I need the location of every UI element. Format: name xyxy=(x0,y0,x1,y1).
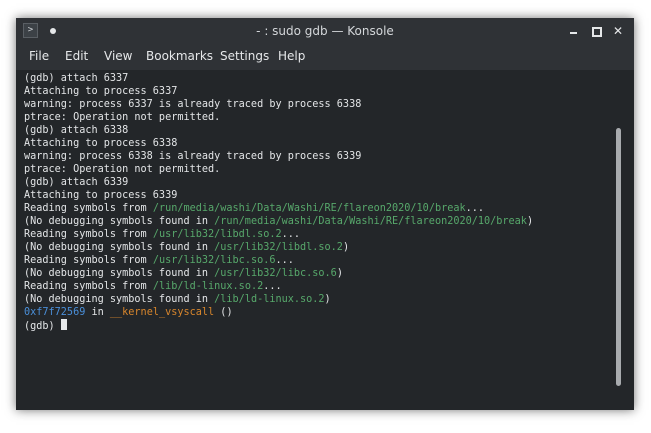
file-path: /usr/lib32/libc.so.6 xyxy=(214,268,337,279)
terminal-line: Reading symbols from /usr/lib32/libdl.so… xyxy=(24,228,533,241)
menu-edit[interactable]: Edit xyxy=(65,44,88,70)
output-text: ) xyxy=(342,242,350,253)
menu-bar: File Edit View Bookmarks Settings Help xyxy=(16,44,634,70)
output-text: (gdb) attach 6339 xyxy=(24,177,129,188)
output-text: Reading symbols from xyxy=(24,203,153,214)
output-text: warning: process 6338 is already traced … xyxy=(24,151,362,162)
terminal-line: Reading symbols from /run/media/washi/Da… xyxy=(24,202,533,215)
file-path: /lib/ld-linux.so.2 xyxy=(152,281,264,292)
terminal-line: warning: process 6338 is already traced … xyxy=(24,150,533,163)
terminal-line: (No debugging symbols found in /run/medi… xyxy=(24,215,533,228)
file-path: /run/media/washi/Data/Washi/RE/flareon20… xyxy=(152,203,466,214)
output-text: (gdb) attach 6338 xyxy=(24,125,129,136)
terminal-line: (gdb) attach 6338 xyxy=(24,124,533,137)
terminal-line: (gdb) attach 6339 xyxy=(24,176,533,189)
output-text: warning: process 6337 is already traced … xyxy=(24,99,362,110)
terminal-line: Reading symbols from /usr/lib32/libc.so.… xyxy=(24,254,533,267)
output-text: Reading symbols from xyxy=(24,229,153,240)
output-text: ... xyxy=(263,281,282,292)
terminal-line: ptrace: Operation not permitted. xyxy=(24,163,533,176)
window-title: - : sudo gdb — Konsole xyxy=(256,24,394,38)
terminal-line: Reading symbols from /lib/ld-linux.so.2.… xyxy=(24,280,533,293)
output-text: (No debugging symbols found in xyxy=(24,294,215,305)
menu-help[interactable]: Help xyxy=(278,44,305,70)
output-text: ) xyxy=(336,268,343,279)
memory-address: 0xf7f72569 xyxy=(24,307,86,318)
output-text: Attaching to process 6338 xyxy=(24,138,178,149)
maximize-button[interactable] xyxy=(588,23,604,39)
menu-settings[interactable]: Settings xyxy=(220,44,269,70)
terminal-line: Attaching to process 6337 xyxy=(24,85,533,98)
terminal-line: warning: process 6337 is already traced … xyxy=(24,98,533,111)
terminal-line: Attaching to process 6339 xyxy=(24,189,533,202)
function-name: __kernel_vsyscall xyxy=(109,307,215,318)
output-text: ... xyxy=(275,255,294,266)
minimize-button[interactable] xyxy=(566,23,582,39)
output-text: in xyxy=(85,307,110,318)
menu-view[interactable]: View xyxy=(104,44,132,70)
output-text: ... xyxy=(465,203,485,214)
file-path: /usr/lib32/libdl.so.2 xyxy=(214,242,343,253)
output-text: ) xyxy=(526,216,534,227)
file-path: /usr/lib32/libc.so.6 xyxy=(152,255,276,266)
output-text: (No debugging symbols found in xyxy=(24,268,215,279)
file-path: /usr/lib32/libdl.so.2 xyxy=(152,229,282,240)
output-text: ) xyxy=(324,294,331,305)
minimize-icon xyxy=(570,32,577,34)
terminal-line: (No debugging symbols found in /usr/lib3… xyxy=(24,241,533,254)
output-text: Attaching to process 6337 xyxy=(24,86,178,97)
gdb-prompt: (gdb) xyxy=(24,321,61,332)
file-path: /run/media/washi/Data/Washi/RE/flareon20… xyxy=(214,216,527,227)
output-text: Attaching to process 6339 xyxy=(24,190,178,201)
close-button[interactable]: ✕ xyxy=(610,23,626,39)
close-icon: ✕ xyxy=(612,24,624,38)
menu-bookmarks[interactable]: Bookmarks xyxy=(146,44,213,70)
output-text: (gdb) attach 6337 xyxy=(24,73,129,84)
output-text: ptrace: Operation not permitted. xyxy=(24,164,221,175)
konsole-window: > - : sudo gdb — Konsole ✕ File Edit Vie… xyxy=(16,18,634,410)
output-text: Reading symbols from xyxy=(24,255,153,266)
output-text: (No debugging symbols found in xyxy=(24,216,215,227)
output-text: Reading symbols from xyxy=(24,281,153,292)
output-text: ... xyxy=(281,229,301,240)
menu-file[interactable]: File xyxy=(29,44,49,70)
terminal-line: ptrace: Operation not permitted. xyxy=(24,111,533,124)
prompt-line[interactable]: (gdb) xyxy=(24,319,533,332)
scrollbar[interactable] xyxy=(616,128,621,386)
output-text: ptrace: Operation not permitted. xyxy=(24,112,221,123)
output-text: (No debugging symbols found in xyxy=(24,242,215,253)
terminal-line: Attaching to process 6338 xyxy=(24,137,533,150)
terminal-area[interactable]: (gdb) attach 6337 Attaching to process 63… xyxy=(16,70,634,410)
terminal-line: 0xf7f72569 in __kernel_vsyscall () xyxy=(24,306,533,319)
maximize-icon xyxy=(592,27,602,37)
terminal-line: (gdb) attach 6337 xyxy=(24,72,533,85)
title-bar[interactable]: > - : sudo gdb — Konsole ✕ xyxy=(16,18,634,44)
terminal-line: (No debugging symbols found in /lib/ld-l… xyxy=(24,293,533,306)
text-cursor xyxy=(60,319,67,330)
terminal-line: (No debugging symbols found in /usr/lib3… xyxy=(24,267,533,280)
output-text: () xyxy=(214,307,233,318)
file-path: /lib/ld-linux.so.2 xyxy=(214,294,325,305)
terminal-output: (gdb) attach 6337 Attaching to process 63… xyxy=(24,72,533,332)
